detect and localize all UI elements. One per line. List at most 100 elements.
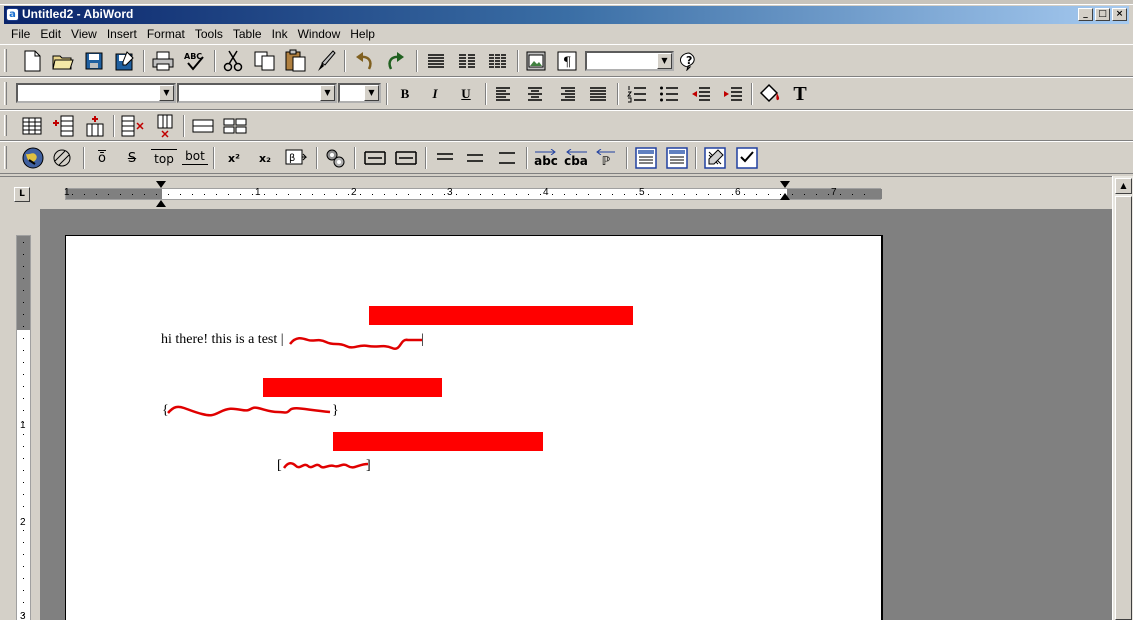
insert-field-icon[interactable] <box>322 146 348 170</box>
format-painter-icon[interactable] <box>315 49 337 73</box>
toolbar-grip[interactable] <box>4 146 7 169</box>
zoom-select[interactable]: ▼ <box>585 51 674 71</box>
menu-window[interactable]: Window <box>293 27 346 41</box>
menu-tools[interactable]: Tools <box>190 27 228 41</box>
insert-image-icon[interactable] <box>525 49 547 73</box>
numbered-list-icon[interactable] <box>626 82 648 106</box>
web-globe-icon[interactable] <box>20 146 46 170</box>
table-height-icon[interactable] <box>393 146 419 170</box>
font-family-select[interactable]: ▼ <box>177 83 337 103</box>
columns-icon[interactable] <box>486 49 510 73</box>
bold-button[interactable]: B <box>394 82 416 106</box>
style-select[interactable]: ▼ <box>16 83 176 103</box>
vertical-scrollbar[interactable]: ▲ <box>1112 176 1133 620</box>
scroll-up-arrow-icon[interactable]: ▲ <box>1115 178 1132 194</box>
superscript-button[interactable]: x² <box>222 146 246 170</box>
chevron-down-icon[interactable]: ▼ <box>657 53 672 69</box>
minimize-button[interactable]: _ <box>1078 8 1093 21</box>
align-justify-icon[interactable] <box>455 49 479 73</box>
align-justify-icon[interactable] <box>587 82 609 106</box>
svg-text:¶: ¶ <box>563 55 571 70</box>
double-spacing-icon[interactable] <box>495 146 519 170</box>
first-line-indent-marker[interactable] <box>156 200 166 207</box>
menu-edit[interactable]: Edit <box>35 27 66 41</box>
scrollbar-thumb[interactable] <box>1115 196 1132 620</box>
toolbar-grip[interactable] <box>4 49 7 72</box>
bullet-list-icon[interactable] <box>658 82 680 106</box>
menu-help[interactable]: Help <box>345 27 380 41</box>
text-color-button[interactable]: T <box>788 82 812 106</box>
rtl-button[interactable]: cba <box>563 146 589 170</box>
increase-indent-icon[interactable] <box>722 82 744 106</box>
redo-icon[interactable] <box>384 49 408 73</box>
overline-button[interactable]: ō <box>92 146 112 170</box>
paste-icon[interactable] <box>283 49 309 73</box>
align-left-icon[interactable] <box>493 82 515 106</box>
horizontal-ruler[interactable]: 1 1 2 3 4 5 6 7 <box>64 187 882 200</box>
undo-icon[interactable] <box>352 49 376 73</box>
insert-symbol-icon[interactable]: β <box>283 146 309 170</box>
strikethrough-button[interactable]: S <box>122 146 142 170</box>
menu-insert[interactable]: Insert <box>102 27 142 41</box>
menu-format[interactable]: Format <box>142 27 190 41</box>
align-right-icon[interactable] <box>556 82 578 106</box>
underline-button[interactable]: U <box>455 82 477 106</box>
italic-button[interactable]: I <box>424 82 446 106</box>
menu-table[interactable]: Table <box>228 27 267 41</box>
right-indent-marker[interactable] <box>780 181 790 188</box>
bottomline-button[interactable]: bot <box>182 147 208 165</box>
chevron-down-icon[interactable]: ▼ <box>159 85 174 101</box>
paragraph-direction-button[interactable]: ℙ <box>594 146 618 170</box>
save-icon[interactable] <box>83 49 105 73</box>
footer-icon[interactable] <box>735 146 759 170</box>
tab-stop-selector[interactable]: L <box>14 187 30 202</box>
topline-button[interactable]: top <box>151 149 177 167</box>
toolbar-grip[interactable] <box>4 115 7 136</box>
merge-cells-icon[interactable] <box>191 114 215 138</box>
maximize-button[interactable]: □ <box>1095 8 1110 21</box>
align-center-icon[interactable] <box>524 82 546 106</box>
font-size-select[interactable]: ▼ <box>338 83 381 103</box>
align-left-icon[interactable] <box>424 49 448 73</box>
abiword-app-icon[interactable]: a <box>6 8 19 21</box>
vertical-ruler[interactable]: 1 2 3 <box>16 235 31 620</box>
split-cells-icon[interactable] <box>222 114 248 138</box>
toolbar-grip[interactable] <box>4 82 7 105</box>
insert-row-icon[interactable] <box>50 114 76 138</box>
single-spacing-icon[interactable] <box>433 146 457 170</box>
subscript-button[interactable]: x₂ <box>253 146 277 170</box>
new-document-icon[interactable] <box>20 49 44 73</box>
save-as-icon[interactable] <box>113 49 137 73</box>
hyperlink-icon[interactable] <box>50 146 74 170</box>
insert-table-icon[interactable] <box>20 114 44 138</box>
ltr-button[interactable]: abc <box>533 146 559 170</box>
zoom-width-icon[interactable] <box>665 146 689 170</box>
chevron-down-icon[interactable]: ▼ <box>320 85 335 101</box>
delete-column-icon[interactable] <box>153 114 177 138</box>
menu-ink[interactable]: Ink <box>267 27 293 41</box>
paragraph-mark-icon[interactable]: ¶ <box>556 49 578 73</box>
copy-icon[interactable] <box>252 49 278 73</box>
left-indent-marker[interactable] <box>156 181 166 188</box>
fill-color-icon[interactable] <box>756 82 782 106</box>
decrease-indent-icon[interactable] <box>690 82 712 106</box>
document-canvas[interactable]: 1 2 3 hi there! this is a test | | { } [… <box>0 209 1112 620</box>
delete-row-icon[interactable] <box>120 114 148 138</box>
print-icon[interactable] <box>150 49 176 73</box>
open-folder-icon[interactable] <box>50 49 76 73</box>
ruler-dot <box>324 194 325 195</box>
cut-icon[interactable] <box>221 49 245 73</box>
insert-column-icon[interactable] <box>83 114 107 138</box>
spellcheck-icon[interactable]: ABC <box>182 49 208 73</box>
right-indent-bottom-marker[interactable] <box>780 193 790 200</box>
chevron-down-icon[interactable]: ▼ <box>364 85 379 101</box>
menu-file[interactable]: File <box>6 27 35 41</box>
header-icon[interactable] <box>703 146 727 170</box>
one-half-spacing-icon[interactable] <box>463 146 487 170</box>
table-width-icon[interactable] <box>362 146 388 170</box>
menu-view[interactable]: View <box>66 27 102 41</box>
zoom-whole-icon[interactable] <box>634 146 658 170</box>
help-icon[interactable]: ? <box>677 49 701 73</box>
close-button[interactable]: × <box>1112 8 1127 21</box>
document-page[interactable]: hi there! this is a test | | { } [ ] <box>65 235 883 620</box>
